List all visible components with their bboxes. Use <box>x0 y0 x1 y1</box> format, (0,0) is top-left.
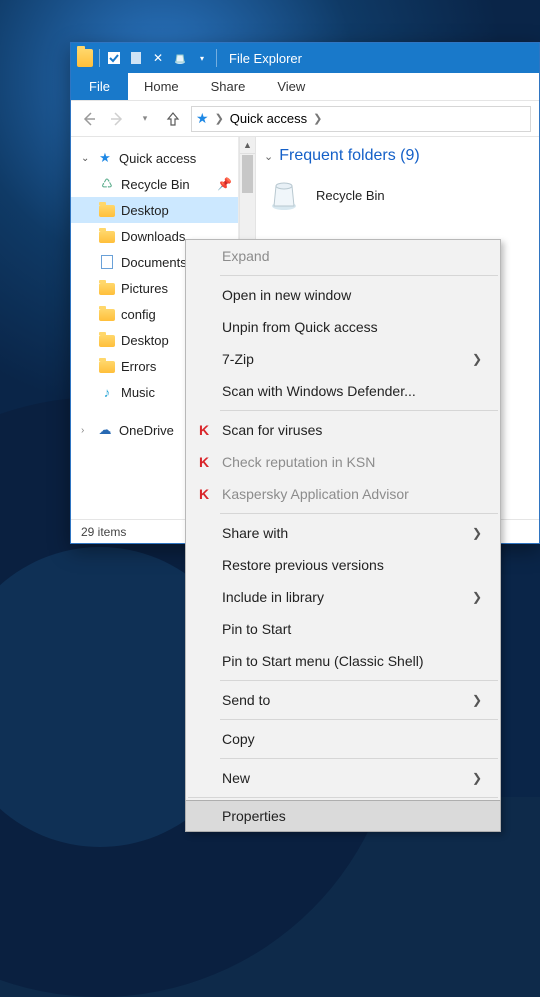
sidebar-item-label: Desktop <box>121 333 169 348</box>
sidebar-item-label: OneDrive <box>119 423 174 438</box>
tab-view[interactable]: View <box>261 73 321 100</box>
separator <box>220 410 498 411</box>
kaspersky-icon: K <box>195 421 213 439</box>
chevron-right-icon[interactable]: ❯ <box>313 112 322 125</box>
tab-home[interactable]: Home <box>128 73 195 100</box>
qat-new-folder-icon[interactable] <box>128 50 144 66</box>
cm-new[interactable]: New❯ <box>186 762 500 794</box>
chevron-right-icon[interactable]: ❯ <box>215 112 224 125</box>
window-title: File Explorer <box>229 51 302 66</box>
sidebar-item-label: Music <box>121 385 155 400</box>
star-icon: ★ <box>97 150 113 166</box>
section-label: Frequent folders (9) <box>279 147 420 165</box>
separator <box>220 275 498 276</box>
cm-scan-viruses[interactable]: KScan for viruses <box>186 414 500 446</box>
folder-icon <box>99 358 115 374</box>
separator <box>216 49 217 67</box>
scroll-thumb[interactable] <box>242 155 253 193</box>
recent-dropdown[interactable]: ▾ <box>135 109 155 129</box>
chevron-down-icon[interactable]: ⌄ <box>81 153 91 164</box>
cm-restore-versions[interactable]: Restore previous versions <box>186 549 500 581</box>
cm-open-new-window[interactable]: Open in new window <box>186 279 500 311</box>
cm-defender[interactable]: Scan with Windows Defender... <box>186 375 500 407</box>
cm-send-to[interactable]: Send to❯ <box>186 684 500 716</box>
chevron-right-icon[interactable]: › <box>81 425 91 436</box>
breadcrumb-root[interactable]: Quick access <box>230 111 307 126</box>
separator <box>220 680 498 681</box>
sidebar-quick-access[interactable]: ⌄ ★ Quick access <box>71 145 238 171</box>
sidebar-item-desktop[interactable]: Desktop <box>71 197 238 223</box>
separator <box>188 797 498 798</box>
qat-dropdown-icon[interactable]: ▾ <box>194 50 210 66</box>
tab-share[interactable]: Share <box>195 73 262 100</box>
sidebar-item-label: Downloads <box>121 229 185 244</box>
chevron-down-icon[interactable]: ⌄ <box>264 150 273 163</box>
sidebar-item-label: Errors <box>121 359 156 374</box>
separator <box>220 719 498 720</box>
folder-icon <box>99 306 115 322</box>
chevron-right-icon: ❯ <box>472 693 482 707</box>
sidebar-item-label: config <box>121 307 156 322</box>
scroll-up-icon[interactable]: ▲ <box>240 137 255 154</box>
recycle-bin-icon: ♺ <box>99 176 115 192</box>
qat-properties-icon[interactable] <box>106 50 122 66</box>
chevron-right-icon: ❯ <box>472 352 482 366</box>
separator <box>220 513 498 514</box>
cm-unpin[interactable]: Unpin from Quick access <box>186 311 500 343</box>
sidebar-item-label: Recycle Bin <box>121 177 190 192</box>
separator <box>99 49 100 67</box>
folder-item-recycle-bin[interactable]: Recycle Bin <box>264 175 531 215</box>
chevron-right-icon: ❯ <box>472 590 482 604</box>
item-count: 29 items <box>81 525 126 539</box>
cm-share-with[interactable]: Share with❯ <box>186 517 500 549</box>
section-frequent-folders[interactable]: ⌄ Frequent folders (9) <box>264 147 531 165</box>
navigation-bar: ▾ ★ ❯ Quick access ❯ <box>71 101 539 137</box>
folder-icon <box>99 228 115 244</box>
cm-pin-start[interactable]: Pin to Start <box>186 613 500 645</box>
forward-button[interactable] <box>107 109 127 129</box>
cloud-icon: ☁ <box>97 422 113 438</box>
tab-file[interactable]: File <box>71 73 128 100</box>
title-bar: ✕ ▾ File Explorer <box>71 43 539 73</box>
music-icon: ♪ <box>99 384 115 400</box>
ribbon-tabs: File Home Share View <box>71 73 539 101</box>
cm-7zip[interactable]: 7-Zip❯ <box>186 343 500 375</box>
back-button[interactable] <box>79 109 99 129</box>
cm-pin-classic[interactable]: Pin to Start menu (Classic Shell) <box>186 645 500 677</box>
cm-include-library[interactable]: Include in library❯ <box>186 581 500 613</box>
sidebar-item-label: Desktop <box>121 203 169 218</box>
sidebar-item-recycle-bin[interactable]: ♺ Recycle Bin 📌 <box>71 171 238 197</box>
qat-recycle-icon[interactable] <box>172 50 188 66</box>
app-icon <box>77 50 93 66</box>
folder-icon <box>99 332 115 348</box>
sidebar-item-label: Quick access <box>119 151 196 166</box>
qat-delete-icon[interactable]: ✕ <box>150 50 166 66</box>
folder-icon <box>99 202 115 218</box>
chevron-right-icon: ❯ <box>472 771 482 785</box>
cm-kav-advisor: KKaspersky Application Advisor <box>186 478 500 510</box>
cm-check-ksn: KCheck reputation in KSN <box>186 446 500 478</box>
sidebar-item-label: Pictures <box>121 281 168 296</box>
cm-properties[interactable]: Properties <box>185 800 501 832</box>
folder-item-label: Recycle Bin <box>316 188 385 203</box>
separator <box>220 758 498 759</box>
up-button[interactable] <box>163 109 183 129</box>
chevron-right-icon: ❯ <box>472 526 482 540</box>
context-menu: Expand Open in new window Unpin from Qui… <box>185 239 501 832</box>
document-icon <box>99 254 115 270</box>
recycle-bin-icon <box>264 175 304 215</box>
quick-access-star-icon: ★ <box>196 110 209 127</box>
kaspersky-icon: K <box>195 453 213 471</box>
cm-expand: Expand <box>186 240 500 272</box>
folder-icon <box>99 280 115 296</box>
cm-copy[interactable]: Copy <box>186 723 500 755</box>
pin-icon: 📌 <box>217 177 232 191</box>
kaspersky-icon: K <box>195 485 213 503</box>
address-bar[interactable]: ★ ❯ Quick access ❯ <box>191 106 531 132</box>
sidebar-item-label: Documents <box>121 255 187 270</box>
